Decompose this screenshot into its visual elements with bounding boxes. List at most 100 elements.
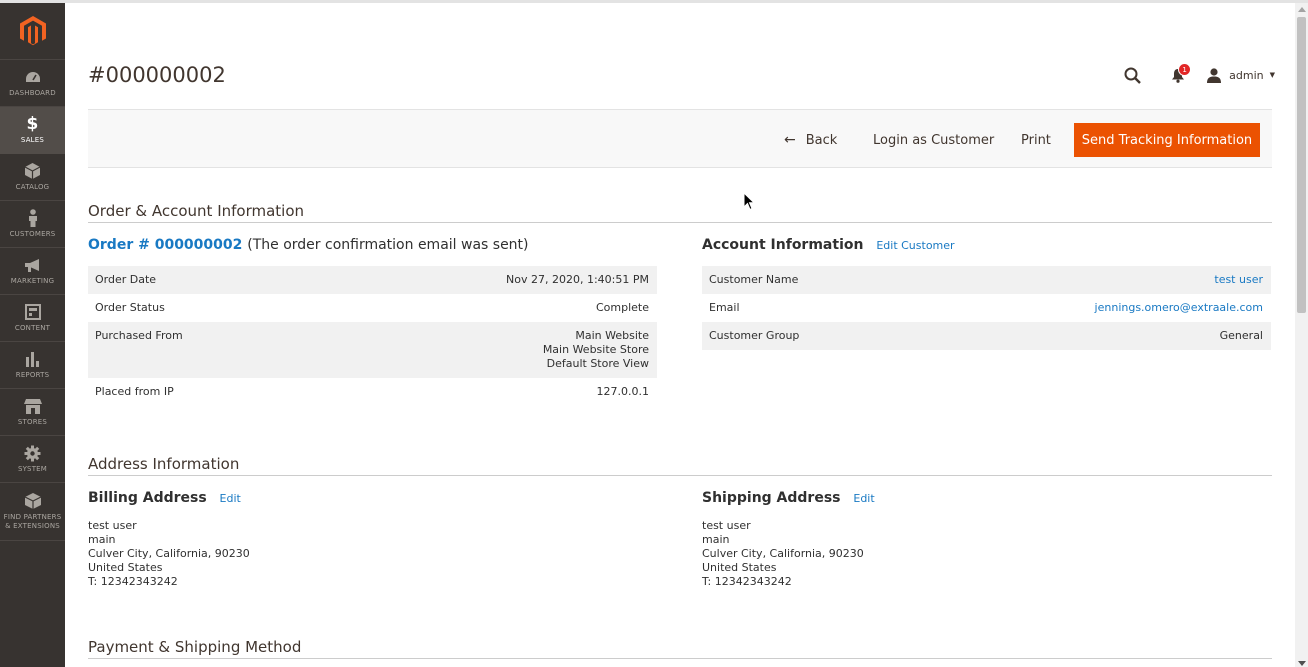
purchased-from-store: Main Website Store (542, 343, 649, 356)
sidebar-item-catalog[interactable]: CATALOG (0, 154, 65, 201)
billing-heading: Billing Address Edit (88, 490, 241, 506)
notifications-button[interactable]: 1 (1167, 63, 1192, 86)
sidebar-item-label: CONTENT (14, 324, 51, 332)
table-row: Purchased From Main Website Main Website… (88, 322, 657, 378)
billing-address: test user main Culver City, California, … (88, 519, 250, 589)
address-line: United States (702, 561, 777, 574)
user-name: admin (1229, 68, 1264, 82)
order-account-section-title: Order & Account Information (88, 202, 305, 220)
order-link[interactable]: Order # 000000002 (88, 237, 242, 253)
sidebar-item-reports[interactable]: REPORTS (0, 342, 65, 389)
customer-name-link[interactable]: test user (1214, 273, 1263, 287)
address-line: main (702, 533, 730, 546)
address-line: test user (702, 519, 751, 532)
sidebar-item-label: FIND PARTNERS (3, 513, 62, 521)
purchased-from-website: Main Website (575, 329, 649, 342)
header-actions: 1 admin ▼ (1121, 63, 1275, 87)
table-row: Placed from IP 127.0.0.1 (88, 378, 657, 406)
content-icon (24, 303, 42, 321)
table-row: Order Status Complete (88, 294, 657, 322)
address-line: main (88, 533, 116, 546)
scroll-down-icon[interactable] (1298, 661, 1306, 666)
billing-title: Billing Address (88, 490, 207, 506)
sidebar-item-label: REPORTS (15, 371, 50, 379)
scroll-thumb[interactable] (1297, 17, 1306, 313)
box-icon (24, 162, 42, 180)
page-title: #000000002 (88, 63, 226, 87)
send-tracking-button[interactable]: Send Tracking Information (1074, 123, 1260, 157)
edit-customer-link[interactable]: Edit Customer (876, 239, 954, 252)
row-value: Nov 27, 2020, 1:40:51 PM (506, 273, 649, 286)
section-divider (88, 475, 1272, 476)
address-line: test user (88, 519, 137, 532)
order-info-table: Order Date Nov 27, 2020, 1:40:51 PM Orde… (88, 266, 657, 406)
gear-icon (24, 444, 42, 462)
account-title: Account Information (702, 237, 864, 253)
edit-shipping-link[interactable]: Edit (853, 492, 874, 505)
sidebar-item-label: CATALOG (15, 183, 50, 191)
address-line: T: 12342343242 (702, 575, 792, 588)
store-icon (23, 397, 42, 415)
order-note: (The order confirmation email was sent) (247, 237, 529, 253)
user-menu[interactable]: admin ▼ (1207, 67, 1275, 83)
address-line: T: 12342343242 (88, 575, 178, 588)
row-label: Order Date (95, 273, 157, 286)
user-icon (1207, 67, 1222, 83)
notification-badge: 1 (1178, 63, 1192, 76)
section-divider (88, 222, 1272, 223)
shipping-heading: Shipping Address Edit (702, 490, 875, 506)
account-info-table: Customer Name test user Email jennings.o… (702, 266, 1271, 350)
purchased-from-store-view: Default Store View (546, 357, 649, 370)
row-value: 127.0.0.1 (596, 385, 649, 398)
arrow-left-icon: ← (784, 132, 796, 148)
row-label: Order Status (95, 301, 165, 314)
sidebar-item-dashboard[interactable]: DASHBOARD (0, 60, 65, 107)
back-button[interactable]: ← Back (784, 123, 837, 157)
shipping-title: Shipping Address (702, 490, 841, 506)
sidebar-item-find-partners[interactable]: FIND PARTNERS & EXTENSIONS (0, 483, 65, 541)
magento-logo-icon (19, 16, 46, 46)
row-label: Customer Name (709, 273, 799, 286)
magento-logo[interactable] (0, 3, 65, 60)
sidebar-item-label: DASHBOARD (9, 89, 56, 97)
table-row: Order Date Nov 27, 2020, 1:40:51 PM (88, 266, 657, 294)
page-actions-bar: ← Back Login as Customer Print Send Trac… (88, 109, 1272, 168)
vertical-scrollbar[interactable] (1295, 3, 1308, 667)
row-label: Purchased From (95, 329, 183, 342)
row-label: Placed from IP (95, 385, 174, 398)
address-line: Culver City, California, 90230 (702, 547, 864, 560)
address-line: United States (88, 561, 163, 574)
table-row: Customer Name test user (702, 266, 1271, 294)
sidebar-item-customers[interactable]: CUSTOMERS (0, 201, 65, 248)
payment-section-title: Payment & Shipping Method (88, 638, 302, 656)
sidebar-item-stores[interactable]: STORES (0, 389, 65, 436)
megaphone-icon (24, 256, 42, 274)
sidebar-item-system[interactable]: SYSTEM (0, 436, 65, 483)
row-label: Customer Group (709, 329, 800, 342)
partners-icon (24, 492, 42, 510)
sidebar-item-label: CUSTOMERS (9, 230, 56, 238)
print-button[interactable]: Print (1021, 123, 1051, 157)
email-link[interactable]: jennings.omero@extraale.com (1095, 301, 1263, 315)
sidebar-item-content[interactable]: CONTENT (0, 295, 65, 342)
row-value: Main Website Main Website Store Default … (543, 329, 649, 371)
sidebar-item-label: MARKETING (10, 277, 55, 285)
dollar-icon: $ (26, 113, 39, 134)
row-label: Email (709, 301, 740, 314)
table-row: Email jennings.omero@extraale.com (702, 294, 1271, 322)
main-content: #000000002 1 admin ▼ ← Back Login as Cus… (65, 3, 1295, 667)
sidebar-item-label: SYSTEM (17, 465, 48, 473)
sidebar-item-sales[interactable]: $ SALES (0, 107, 65, 154)
search-icon[interactable] (1121, 64, 1143, 86)
edit-billing-link[interactable]: Edit (220, 492, 241, 505)
sidebar-item-label: & EXTENSIONS (5, 522, 60, 530)
sidebar-item-marketing[interactable]: MARKETING (0, 248, 65, 295)
section-divider (88, 658, 1272, 659)
app-window: DASHBOARD $ SALES CATALOG CUSTOMERS MARK… (0, 0, 1308, 667)
back-button-label: Back (805, 132, 838, 148)
person-icon (24, 209, 42, 227)
login-as-customer-button[interactable]: Login as Customer (873, 123, 994, 157)
admin-sidebar: DASHBOARD $ SALES CATALOG CUSTOMERS MARK… (0, 3, 65, 667)
scroll-up-icon[interactable] (1298, 7, 1306, 12)
row-value: Complete (595, 301, 649, 314)
